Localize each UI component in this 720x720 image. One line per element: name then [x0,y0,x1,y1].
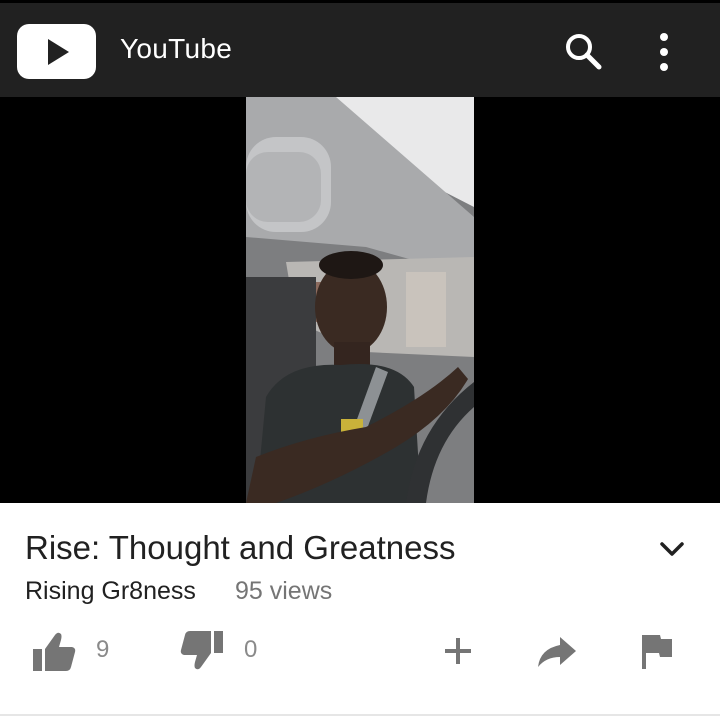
flag-icon [642,635,672,669]
like-count: 9 [96,636,110,663]
app-title: YouTube [120,33,233,64]
search-icon [566,34,602,70]
report-button[interactable] [636,627,676,675]
thumbs-down-icon [180,631,223,670]
app-bar: YouTube [0,0,720,97]
more-vert-icon [660,33,668,71]
channel-name[interactable]: Rising Gr8ness [25,577,196,606]
share-icon [538,637,576,667]
dislike-count: 0 [244,636,258,663]
video-frame [246,97,474,503]
video-thumbnail [246,97,474,503]
dislike-button[interactable]: 0 [178,627,268,675]
like-button[interactable]: 9 [30,627,120,675]
view-count: 95 views [235,577,333,605]
video-player[interactable] [0,97,720,503]
chevron-down-icon [660,542,684,556]
thumbs-up-icon [33,632,76,671]
divider [0,714,720,716]
search-button[interactable] [562,30,606,74]
add-to-playlist-button[interactable] [438,627,478,675]
more-options-button[interactable] [646,30,682,74]
play-icon [48,39,69,65]
plus-icon [445,638,471,664]
video-info: Rise: Thought and Greatness Rising Gr8ne… [0,503,720,720]
expand-description-button[interactable] [654,535,690,563]
video-title: Rise: Thought and Greatness [25,529,456,566]
share-button[interactable] [532,627,580,675]
youtube-logo[interactable] [17,24,96,79]
